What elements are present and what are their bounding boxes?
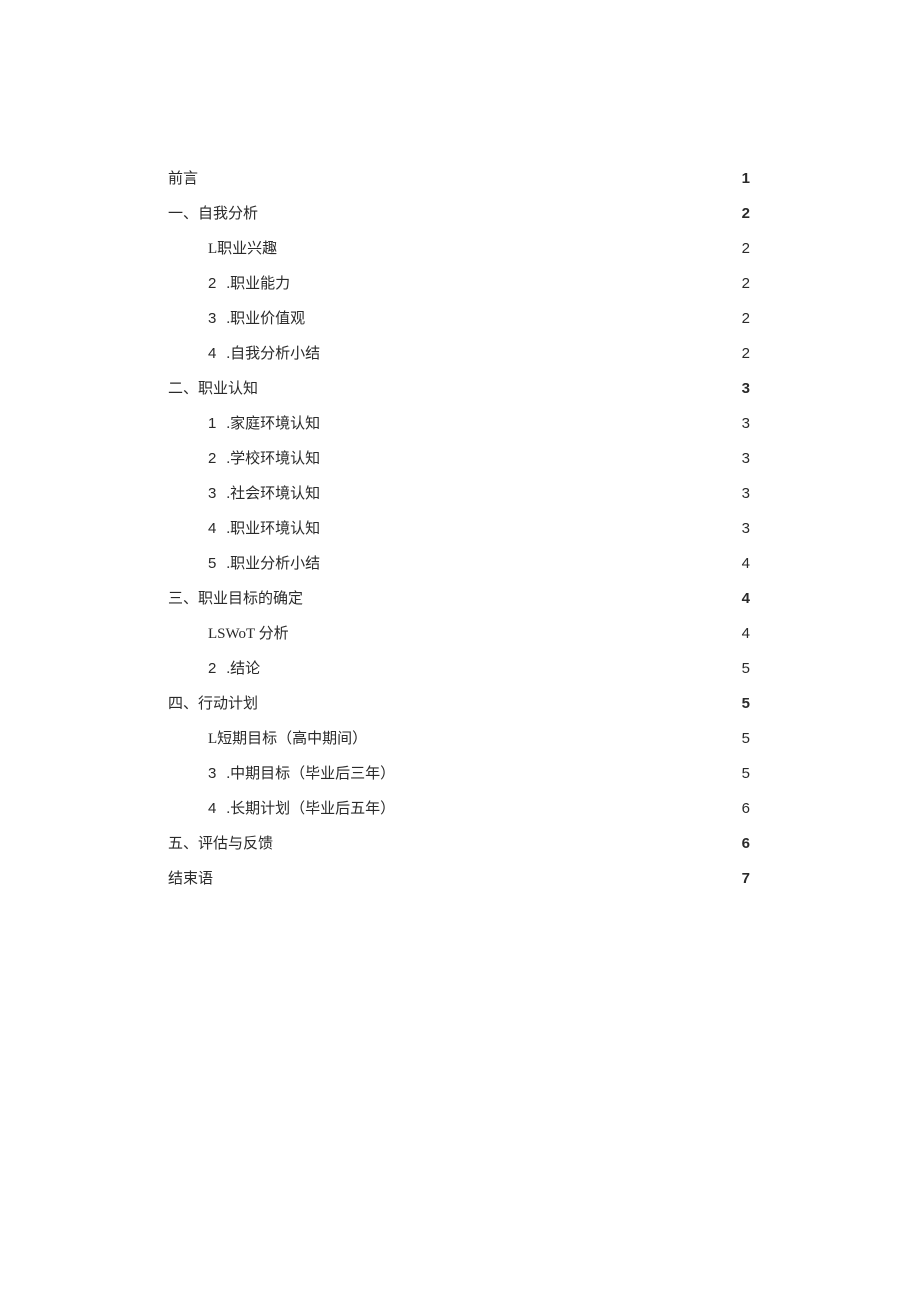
toc-title: .自我分析小结 bbox=[226, 344, 320, 365]
toc-entry: 5 .职业分析小结 4 bbox=[168, 553, 750, 575]
toc-page-number: 4 bbox=[739, 553, 750, 574]
toc-prefix: 一、 bbox=[168, 204, 198, 225]
toc-number: 4 bbox=[208, 343, 216, 364]
toc-page-number: 1 bbox=[739, 168, 750, 189]
toc-page-number: 5 bbox=[739, 728, 750, 749]
toc-entry: 1 .家庭环境认知 3 bbox=[168, 413, 750, 435]
toc-entry: 五、评估与反馈 6 bbox=[168, 833, 750, 855]
toc-page-number: 3 bbox=[739, 448, 750, 469]
toc-title: .社会环境认知 bbox=[226, 484, 320, 505]
toc-title: 职业目标的确定 bbox=[198, 589, 303, 610]
toc-title: .长期计划（毕业后五年） bbox=[226, 799, 395, 820]
toc-page-number: 3 bbox=[739, 378, 750, 399]
toc-title: .学校环境认知 bbox=[226, 449, 320, 470]
toc-page-number: 4 bbox=[739, 623, 750, 644]
toc-title: 职业认知 bbox=[198, 379, 258, 400]
toc-prefix: 三、 bbox=[168, 589, 198, 610]
toc-entry: L短期目标（高中期间） 5 bbox=[168, 728, 750, 750]
toc-entry: 3 .职业价值观 2 bbox=[168, 308, 750, 330]
toc-entry: 2 .职业能力 2 bbox=[168, 273, 750, 295]
toc-entry: 2 .学校环境认知 3 bbox=[168, 448, 750, 470]
toc-page-number: 7 bbox=[739, 868, 750, 889]
toc-page-number: 5 bbox=[739, 693, 750, 714]
toc-entry: 4 .职业环境认知 3 bbox=[168, 518, 750, 540]
toc-title: LSWoT 分析 bbox=[208, 624, 289, 645]
toc-page-number: 2 bbox=[739, 203, 750, 224]
toc-title: .职业能力 bbox=[226, 274, 290, 295]
toc-number: 4 bbox=[208, 518, 216, 539]
toc-entry: 3 .中期目标（毕业后三年） 5 bbox=[168, 763, 750, 785]
toc-entry: LSWoT 分析 4 bbox=[168, 623, 750, 645]
toc-title: .结论 bbox=[226, 659, 260, 680]
toc-page-number: 6 bbox=[739, 798, 750, 819]
toc-number: 2 bbox=[208, 273, 216, 294]
toc-page-number: 3 bbox=[739, 413, 750, 434]
toc-number: 3 bbox=[208, 308, 216, 329]
toc-page-number: 5 bbox=[739, 658, 750, 679]
toc-entry: 4 .自我分析小结 2 bbox=[168, 343, 750, 365]
toc-title: .职业环境认知 bbox=[226, 519, 320, 540]
toc-prefix: 五、 bbox=[168, 834, 198, 855]
toc-title: 前言 bbox=[168, 169, 198, 190]
toc-title: .职业价值观 bbox=[226, 309, 305, 330]
toc-page-number: 5 bbox=[739, 763, 750, 784]
toc-title: 行动计划 bbox=[198, 694, 258, 715]
toc-entry: 四、行动计划 5 bbox=[168, 693, 750, 715]
toc-number: 3 bbox=[208, 763, 216, 784]
toc-title: 结束语 bbox=[168, 869, 213, 890]
toc-entry: 4 .长期计划（毕业后五年） 6 bbox=[168, 798, 750, 820]
toc-title: .职业分析小结 bbox=[226, 554, 320, 575]
toc-number: 2 bbox=[208, 658, 216, 679]
toc-title: 自我分析 bbox=[198, 204, 258, 225]
toc-number: 2 bbox=[208, 448, 216, 469]
toc-entry: 三、职业目标的确定 4 bbox=[168, 588, 750, 610]
toc-number: 5 bbox=[208, 553, 216, 574]
toc-entry: 一、自我分析 2 bbox=[168, 203, 750, 225]
toc-entry: 前言 1 bbox=[168, 168, 750, 190]
toc-page-number: 6 bbox=[739, 833, 750, 854]
toc-entry: 2 .结论 5 bbox=[168, 658, 750, 680]
toc-entry: L职业兴趣 2 bbox=[168, 238, 750, 260]
toc-page-number: 2 bbox=[739, 308, 750, 329]
toc-number: 3 bbox=[208, 483, 216, 504]
toc-title: L职业兴趣 bbox=[208, 239, 277, 260]
toc-prefix: 二、 bbox=[168, 379, 198, 400]
toc-page-number: 2 bbox=[739, 238, 750, 259]
toc-entry: 3 .社会环境认知 3 bbox=[168, 483, 750, 505]
toc-title: 评估与反馈 bbox=[198, 834, 273, 855]
toc-page-number: 3 bbox=[739, 518, 750, 539]
toc-entry: 二、职业认知 3 bbox=[168, 378, 750, 400]
toc-prefix: 四、 bbox=[168, 694, 198, 715]
toc-page-number: 4 bbox=[739, 588, 750, 609]
toc-number: 1 bbox=[208, 413, 216, 434]
toc-entry: 结束语 7 bbox=[168, 868, 750, 890]
toc-title: .家庭环境认知 bbox=[226, 414, 320, 435]
toc-page-number: 2 bbox=[739, 273, 750, 294]
toc-title: L短期目标（高中期间） bbox=[208, 729, 367, 750]
toc-number: 4 bbox=[208, 798, 216, 819]
toc-title: .中期目标（毕业后三年） bbox=[226, 764, 395, 785]
table-of-contents: 前言 1一、自我分析 2L职业兴趣 22.职业能力 23.职业价值观 24.自我… bbox=[168, 168, 750, 890]
toc-page-number: 2 bbox=[739, 343, 750, 364]
toc-page-number: 3 bbox=[739, 483, 750, 504]
